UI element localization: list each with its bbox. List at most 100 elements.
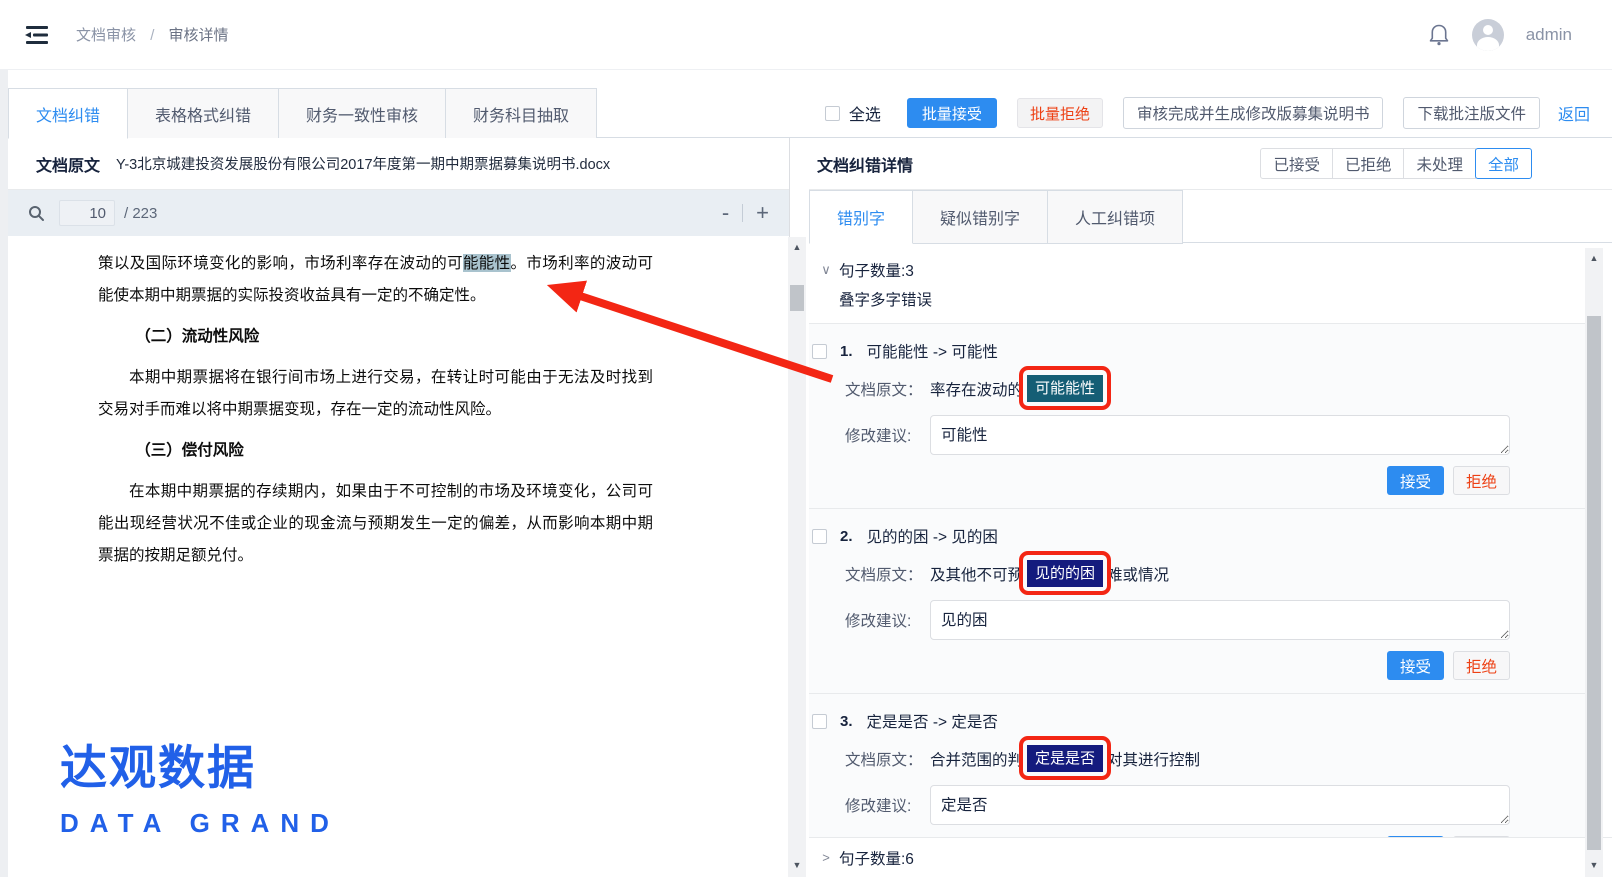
group-title: 句子数量:3 (839, 259, 914, 281)
review-scrollbar-thumb[interactable] (1587, 316, 1601, 850)
document-scrollbar[interactable]: ▲ ▼ (788, 237, 806, 877)
chevron-right-icon[interactable]: > (813, 850, 839, 865)
error-item-2-checkbox[interactable] (812, 529, 827, 544)
datagrand-logo: 达观数据 DATA GRAND (60, 729, 340, 839)
breadcrumb: 文档审核 / 审核详情 (76, 24, 229, 45)
user-avatar[interactable] (1472, 19, 1504, 51)
page-total: / 223 (124, 205, 157, 222)
review-panel-header: 文档纠错详情 已接受 已拒绝 未处理 全部 (809, 138, 1612, 190)
reject-button[interactable]: 拒绝 (1453, 466, 1510, 495)
breadcrumb-separator: / (150, 27, 154, 44)
scroll-down-icon[interactable]: ▼ (788, 857, 806, 873)
breadcrumb-section[interactable]: 文档审核 (76, 27, 136, 44)
doc-paragraph-1-text: 策以及国际环境变化的影响，市场利率存在波动的可 (98, 254, 463, 272)
error-token: 可能能性 (1027, 375, 1103, 402)
error-item-1-checkbox[interactable] (812, 344, 827, 359)
group-subtitle: 叠字多字错误 (839, 288, 1585, 310)
error-item-1-index: 1. (840, 343, 853, 360)
error-item-2-index: 2. (840, 528, 853, 545)
action-buttons: 全选 批量接受 批量拒绝 审核完成并生成修改版募集说明书 下载批注版文件 返回 (825, 88, 1612, 138)
original-text-label: 文档原文： (845, 563, 930, 585)
select-all-checkbox[interactable] (825, 106, 840, 121)
original-text-prefix: 率存在波动的 (930, 378, 1023, 400)
accept-button[interactable]: 接受 (1387, 466, 1444, 495)
doc-heading-2: （二）流动性风险 (98, 320, 653, 352)
accept-button[interactable]: 接受 (1387, 651, 1444, 680)
error-item-3-index: 3. (840, 713, 853, 730)
doc-paragraph-3: 在本期中期票据的存续期内，如果由于不可控制的市场及环境变化，公司可能出现经营状况… (98, 475, 653, 571)
suggestion-label: 修改建议: (845, 424, 930, 446)
original-text-label: 文档原文： (845, 378, 930, 400)
suggestion-label: 修改建议: (845, 794, 930, 816)
document-scrollbar-thumb[interactable] (790, 285, 804, 311)
sidebar-collapse-icon[interactable] (24, 24, 50, 46)
error-token-redbox: 定是是否 (1027, 745, 1103, 772)
suggestion-input[interactable]: 见的困 (930, 600, 1510, 640)
error-token: 见的的困 (1027, 560, 1103, 587)
scroll-down-icon[interactable]: ▼ (1585, 857, 1603, 873)
header-right: admin (1428, 0, 1572, 70)
status-filter-group: 已接受 已拒绝 未处理 全部 (1261, 148, 1532, 179)
logo-chinese: 达观数据 (60, 729, 340, 798)
document-filename: Y-3北京城建投资发展股份有限公司2017年度第一期中期票据募集说明书.docx (116, 153, 610, 174)
error-list: ∨ 句子数量:3 叠字多字错误 1. 可能能性 -> 可能性 文档原文： 率存在… (809, 244, 1585, 877)
username[interactable]: admin (1526, 25, 1572, 45)
reject-button[interactable]: 拒绝 (1453, 651, 1510, 680)
collapsed-error-group[interactable]: > 句子数量:6 (809, 837, 1612, 877)
back-link[interactable]: 返回 (1558, 101, 1590, 125)
batch-reject-button[interactable]: 批量拒绝 (1017, 98, 1103, 128)
tab-financial-consistency-review[interactable]: 财务一致性审核 (279, 88, 446, 139)
filter-rejected[interactable]: 已拒绝 (1332, 148, 1405, 179)
tab-financial-account-extraction[interactable]: 财务科目抽取 (446, 88, 597, 139)
tab-suspected-typo[interactable]: 疑似错别字 (913, 190, 1048, 244)
original-text-prefix: 及其他不可预 (930, 563, 1023, 585)
error-item-2-rule: 见的的困 -> 见的困 (867, 525, 998, 547)
notification-bell-icon[interactable] (1428, 23, 1450, 47)
document-toolbar: / 223 - + (8, 190, 789, 236)
suggestion-input[interactable]: 定是否 (930, 785, 1510, 825)
select-all-label: 全选 (849, 101, 881, 125)
tab-manual-correction[interactable]: 人工纠错项 (1048, 190, 1183, 244)
page-number-input[interactable] (59, 200, 115, 226)
review-scrollbar[interactable]: ▲ ▼ (1585, 248, 1603, 877)
breadcrumb-current: 审核详情 (169, 27, 229, 44)
review-panel: 文档纠错详情 已接受 已拒绝 未处理 全部 错别字 疑似错别字 人工纠错项 ∨ … (809, 138, 1612, 877)
collapse-menu-icon (24, 24, 50, 46)
app-header: 文档审核 / 审核详情 admin (0, 0, 1612, 70)
error-item-2: 2. 见的的困 -> 见的困 文档原文： 及其他不可预 见的的困 难或情况 修改… (809, 509, 1585, 694)
filter-unprocessed[interactable]: 未处理 (1403, 148, 1476, 179)
error-token-redbox: 可能能性 (1027, 375, 1103, 402)
zoom-out-button[interactable]: - (722, 202, 729, 224)
complete-generate-button[interactable]: 审核完成并生成修改版募集说明书 (1123, 97, 1384, 129)
suggestion-input[interactable]: 可能性 (930, 415, 1510, 455)
scroll-up-icon[interactable]: ▲ (1585, 250, 1603, 266)
error-item-3-checkbox[interactable] (812, 714, 827, 729)
error-item-1-rule: 可能能性 -> 可能性 (867, 340, 998, 362)
document-preview[interactable]: 策以及国际环境变化的影响，市场利率存在波动的可能能性。市场利率的波动可能使本期中… (8, 237, 771, 877)
main-tab-bar: 文档纠错 表格格式纠错 财务一致性审核 财务科目抽取 全选 批量接受 批量拒绝 … (8, 88, 1612, 138)
tab-document-correction[interactable]: 文档纠错 (8, 88, 128, 139)
doc-paragraph-2: 本期中期票据将在银行间市场上进行交易，在转让时可能由于无法及时找到交易对手而难以… (98, 361, 653, 425)
collapsed-group-title: 句子数量:6 (839, 847, 914, 869)
zoom-divider (742, 204, 743, 222)
original-text-suffix: 对其进行控制 (1107, 748, 1200, 770)
document-panel: 文档原文 Y-3北京城建投资发展股份有限公司2017年度第一期中期票据募集说明书… (8, 138, 790, 877)
doc-heading-3: （三）偿付风险 (98, 434, 653, 466)
scroll-up-icon[interactable]: ▲ (788, 239, 806, 255)
zoom-in-button[interactable]: + (756, 202, 769, 224)
avatar-torso-shape (1477, 37, 1499, 51)
tab-typo[interactable]: 错别字 (809, 190, 913, 244)
original-text-suffix: 难或情况 (1107, 563, 1169, 585)
review-tab-bar: 错别字 疑似错别字 人工纠错项 (809, 190, 1612, 243)
batch-accept-button[interactable]: 批量接受 (907, 98, 997, 128)
doc-error-highlight: 能能性 (463, 254, 511, 272)
doc-paragraph-1: 策以及国际环境变化的影响，市场利率存在波动的可能能性。市场利率的波动可能使本期中… (98, 247, 653, 311)
document-text: 策以及国际环境变化的影响，市场利率存在波动的可能能性。市场利率的波动可能使本期中… (8, 237, 771, 571)
filter-accepted[interactable]: 已接受 (1260, 148, 1333, 179)
original-text-prefix: 合并范围的判 (930, 748, 1023, 770)
chevron-down-icon[interactable]: ∨ (813, 262, 839, 278)
search-icon[interactable] (28, 205, 45, 222)
filter-all[interactable]: 全部 (1475, 148, 1532, 179)
tab-table-format-correction[interactable]: 表格格式纠错 (128, 88, 279, 139)
download-annotated-button[interactable]: 下载批注版文件 (1403, 97, 1540, 129)
